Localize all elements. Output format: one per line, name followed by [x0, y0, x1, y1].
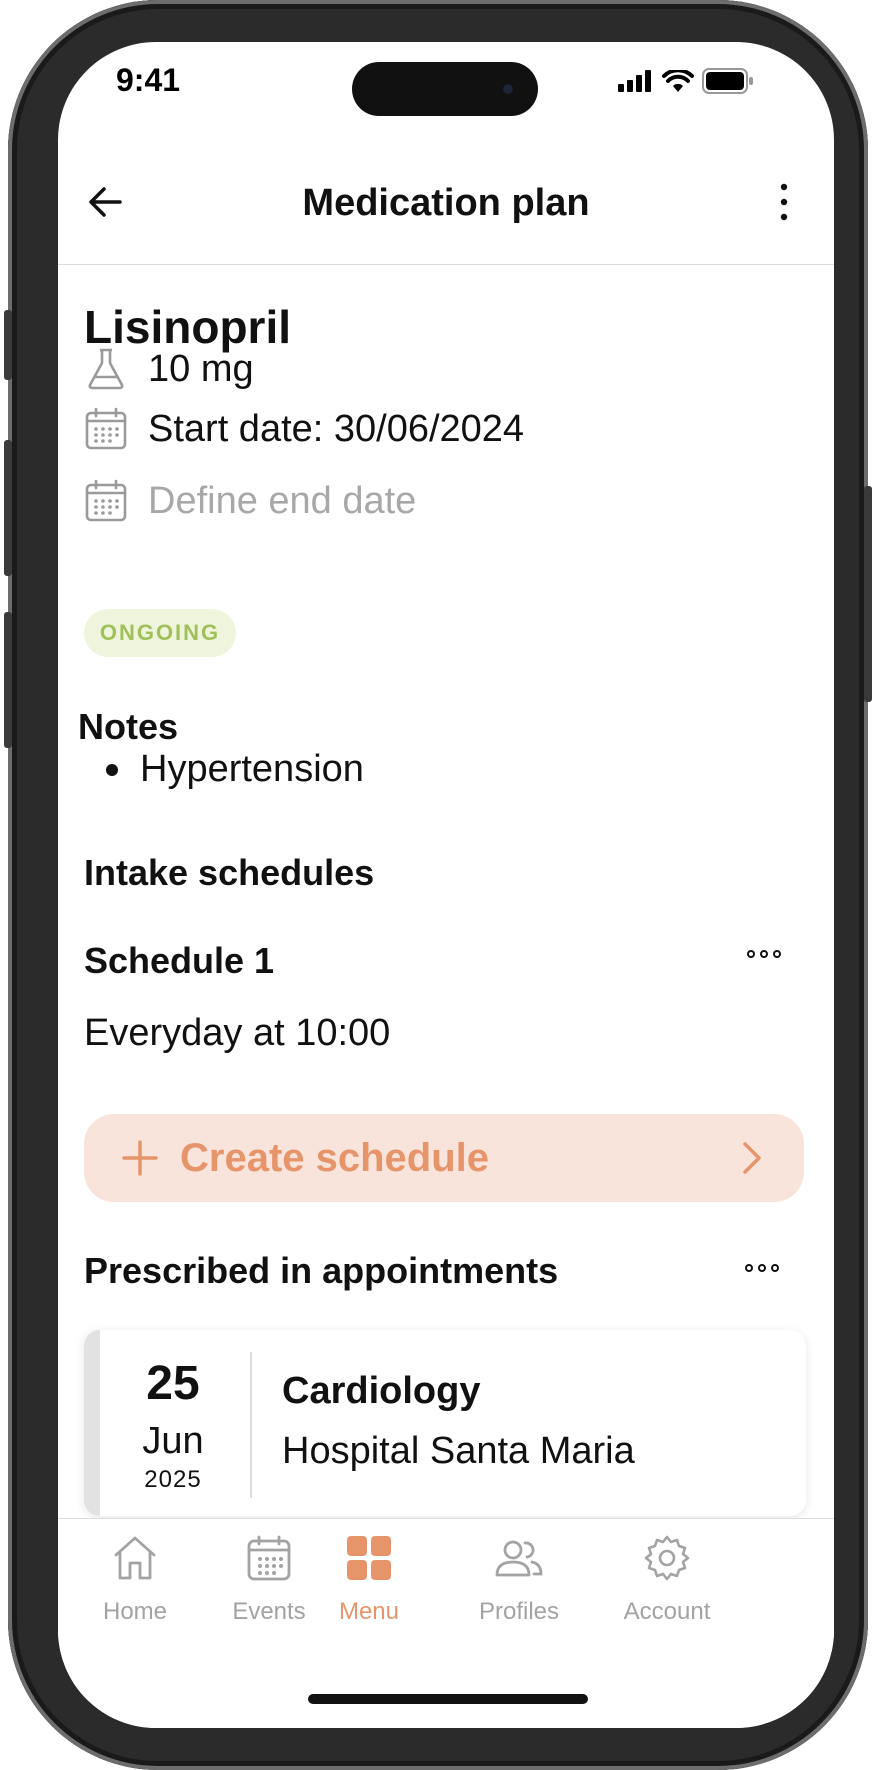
more-horizontal-icon[interactable]: [744, 1262, 780, 1274]
start-date-value: Start date: 30/06/2024: [148, 407, 525, 450]
tab-label: Account: [623, 1598, 711, 1625]
users-icon: [495, 1540, 543, 1577]
dose-value: 10 mg: [148, 347, 254, 390]
power-button: [864, 486, 872, 702]
status-badge: ONGOING: [84, 609, 236, 657]
calendar-icon: [85, 407, 127, 450]
tab-menu[interactable]: Menu: [294, 1533, 444, 1626]
appointment-day: 25: [146, 1357, 200, 1410]
page-title: Medication plan: [302, 182, 590, 224]
volume-down-button: [4, 612, 12, 748]
home-icon: [114, 1536, 156, 1580]
flask-icon: [88, 348, 124, 390]
camera-icon: [498, 79, 518, 99]
appointment-date: 25 Jun 2025: [100, 1330, 246, 1516]
note-text: Hypertension: [140, 748, 364, 790]
appointments-heading: Prescribed in appointments: [84, 1250, 559, 1291]
status-time: 9:41: [116, 62, 181, 98]
dynamic-island: [352, 62, 538, 116]
list-item: Hypertension: [106, 748, 364, 791]
tab-label: Menu: [338, 1598, 400, 1625]
tab-account[interactable]: Account: [592, 1533, 742, 1626]
phone-frame: 9:41 Medication plan Lisinopril 10 mg St…: [4, 0, 872, 1770]
end-date-placeholder: Define end date: [148, 479, 417, 522]
volume-up-button: [4, 440, 12, 576]
plus-icon: [122, 1140, 158, 1176]
appointment-specialty: Cardiology: [282, 1370, 481, 1412]
gear-icon: [644, 1535, 690, 1581]
appointment-month: Jun: [142, 1420, 204, 1462]
calendar-icon: [247, 1535, 291, 1581]
schedule-title: Schedule 1: [84, 940, 275, 981]
appointment-year: 2025: [144, 1466, 202, 1493]
screen: 9:41 Medication plan Lisinopril 10 mg St…: [58, 42, 834, 1728]
schedule-description: Everyday at 10:00: [84, 1012, 391, 1054]
calendar-icon: [85, 479, 127, 522]
chevron-right-icon: [743, 1142, 761, 1174]
dose-row: 10 mg: [84, 344, 254, 394]
wifi-icon: [662, 70, 694, 92]
notes-heading: Notes: [78, 706, 179, 747]
card-stripe: [84, 1330, 100, 1516]
status-bar: 9:41: [58, 42, 834, 142]
more-horizontal-icon[interactable]: [746, 948, 782, 960]
tab-profiles[interactable]: Profiles: [444, 1533, 594, 1626]
divider: [250, 1352, 252, 1498]
bullet-icon: [106, 763, 118, 776]
end-date-row[interactable]: Define end date: [84, 476, 416, 526]
tab-label: Home: [102, 1598, 168, 1625]
grid-icon: [347, 1536, 391, 1580]
app-bar: Medication plan: [58, 142, 834, 265]
create-schedule-label: Create schedule: [180, 1135, 490, 1180]
intake-heading: Intake schedules: [84, 852, 375, 893]
appointment-location: Hospital Santa Maria: [282, 1430, 635, 1472]
appointment-card[interactable]: 25 Jun 2025 Cardiology Hospital Santa Ma…: [84, 1330, 806, 1516]
signal-icon: [618, 70, 651, 92]
tab-home[interactable]: Home: [60, 1533, 210, 1626]
start-date-row[interactable]: Start date: 30/06/2024: [84, 404, 524, 454]
battery-icon: [702, 68, 753, 94]
home-indicator[interactable]: [308, 1694, 588, 1704]
create-schedule-button[interactable]: Create schedule: [84, 1114, 804, 1202]
tab-label: Profiles: [478, 1598, 560, 1625]
more-vertical-icon[interactable]: [778, 182, 790, 222]
mute-switch: [4, 310, 12, 380]
